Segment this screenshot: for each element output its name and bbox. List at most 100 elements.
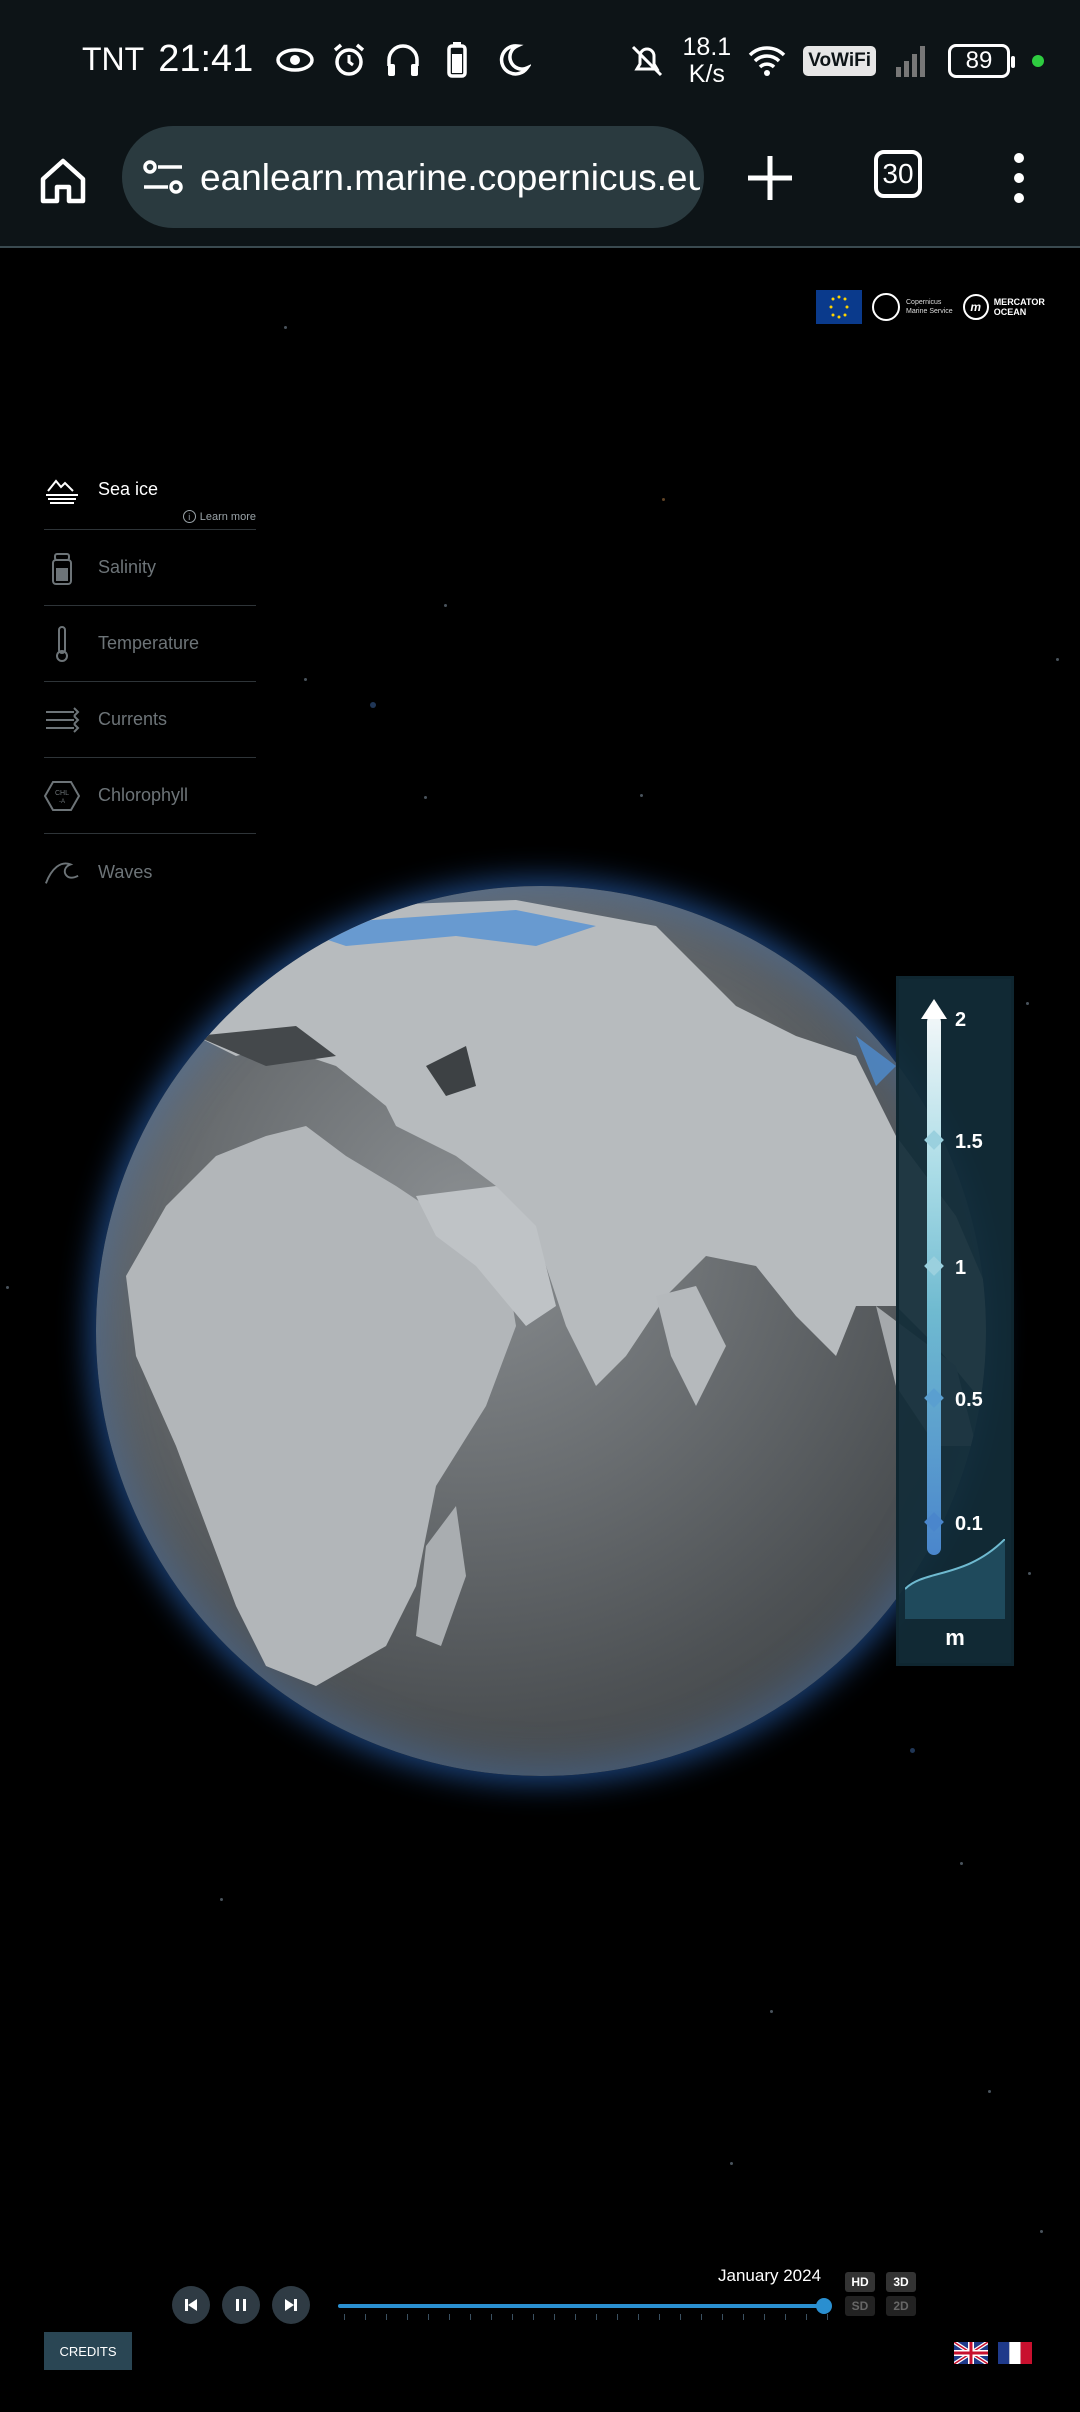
mo-line1: MERCATOR	[993, 297, 1045, 307]
alarm-icon	[334, 43, 365, 76]
home-icon	[40, 158, 86, 204]
time-slider-tick	[491, 2314, 492, 2320]
time-slider-tick	[428, 2314, 429, 2320]
mercator-emblem-icon: m	[962, 294, 989, 320]
time-slider-tick	[344, 2314, 345, 2320]
tab-count: 30	[882, 158, 914, 189]
carrier-label: TNT	[82, 41, 145, 77]
partner-logos: Copernicus Marine Service m MERCATOR OCEAN	[816, 290, 1045, 324]
cms-line1: Copernicus	[906, 299, 942, 306]
pause-button[interactable]	[222, 2286, 260, 2324]
time-slider-tick	[386, 2314, 387, 2320]
privacy-indicator	[1032, 55, 1044, 67]
menu-item-label: Chlorophyll	[98, 785, 189, 805]
copernicus-marine-logo: Copernicus Marine Service	[872, 293, 953, 321]
next-button[interactable]	[272, 2286, 310, 2324]
web-page: Copernicus Marine Service m MERCATOR OCEAN…	[0, 250, 1080, 2412]
legend-label-min: 0.1	[955, 1513, 983, 1535]
continents-map	[126, 900, 986, 1686]
eu-flag-logo	[816, 290, 862, 324]
hd-toggle[interactable]: HD	[845, 2272, 875, 2292]
currents-icon	[44, 702, 80, 738]
time-slider-tick	[743, 2314, 744, 2320]
mo-line2: OCEAN	[993, 307, 1027, 317]
time-slider-track[interactable]	[338, 2304, 824, 2308]
legend-label: 1	[955, 1257, 967, 1279]
time-slider-tick	[533, 2314, 534, 2320]
time-slider-tick	[827, 2314, 828, 2320]
new-tab-button[interactable]	[740, 148, 800, 208]
salinity-icon	[44, 550, 80, 586]
french-language-flag-icon[interactable]	[998, 2342, 1032, 2364]
browser-toolbar: eanlearn.marine.copernicus.eu 30	[0, 118, 1080, 248]
time-slider-tick	[638, 2314, 639, 2320]
wifi-icon	[748, 46, 786, 76]
speed-unit: K/s	[688, 60, 725, 88]
eye-icon	[276, 47, 315, 72]
menu-item-sea-ice[interactable]: Sea ice i Learn more	[44, 450, 256, 530]
moon-icon	[500, 43, 532, 76]
svg-text:CHL: CHL	[55, 790, 69, 797]
skip-back-icon	[185, 2299, 197, 2311]
legend-gradient-bar	[927, 1015, 941, 1555]
menu-item-label: Currents	[98, 709, 168, 729]
cms-line2: Marine Service	[906, 308, 953, 315]
site-settings-icon[interactable]	[142, 157, 184, 197]
time-slider-tick	[617, 2314, 618, 2320]
time-slider-tick	[575, 2314, 576, 2320]
status-bar: TNT 21:41 18.1 K/s VoWiFi 89	[0, 0, 1080, 118]
legend-label-max: 2	[955, 1009, 967, 1031]
copernicus-emblem-icon	[872, 293, 900, 321]
time-slider-tick	[785, 2314, 786, 2320]
variable-menu: Sea ice i Learn more Salinity Temperature…	[44, 450, 256, 910]
menu-item-chlorophyll[interactable]: CHL -A Chlorophyll	[44, 758, 256, 834]
time-slider-tick	[470, 2314, 471, 2320]
time-slider-tick	[596, 2314, 597, 2320]
legend-wave-decoration	[905, 1539, 1005, 1619]
mute-icon	[631, 45, 662, 77]
timeline-controls: January 2024 HD SD 3D 2D	[0, 2258, 1080, 2412]
2d-toggle[interactable]: 2D	[886, 2296, 916, 2316]
menu-item-currents[interactable]: Currents	[44, 682, 256, 758]
speed-value: 18.1	[682, 33, 732, 61]
3d-toggle[interactable]: 3D	[886, 2272, 916, 2292]
menu-item-temperature[interactable]: Temperature	[44, 606, 256, 682]
credits-button[interactable]: CREDITS	[44, 2332, 132, 2370]
network-speed: 18.1 K/s	[683, 34, 732, 88]
globe-3d-view[interactable]	[96, 886, 986, 1776]
earth-globe[interactable]	[96, 886, 986, 1776]
svg-text:-A: -A	[59, 799, 65, 805]
sea-ice-thickness-legend: 2 1.5 1 0.5 0.1 m	[896, 976, 1014, 1666]
time-slider-tick	[365, 2314, 366, 2320]
waves-icon	[44, 854, 80, 890]
menu-item-label: Temperature	[98, 633, 200, 653]
battery-level: 89	[965, 47, 993, 74]
menu-item-salinity[interactable]: Salinity	[44, 530, 256, 606]
legend-arrow-up-icon	[921, 999, 947, 1019]
info-icon: i	[182, 510, 196, 523]
time-slider-tick	[407, 2314, 408, 2320]
legend-unit: m	[945, 1625, 965, 1650]
tab-switcher-button[interactable]: 30	[874, 150, 922, 198]
sd-toggle[interactable]: SD	[845, 2296, 875, 2316]
time-slider-handle[interactable]	[816, 2298, 832, 2314]
signal-icon	[896, 46, 925, 77]
previous-button[interactable]	[172, 2286, 210, 2324]
address-bar[interactable]: eanlearn.marine.copernicus.eu	[122, 126, 704, 228]
learn-more-label: Learn more	[199, 510, 256, 523]
more-menu-icon[interactable]	[1004, 148, 1034, 208]
time-slider-tick	[659, 2314, 660, 2320]
english-language-flag-icon[interactable]	[954, 2342, 988, 2364]
home-button[interactable]	[30, 148, 96, 214]
pause-icon	[236, 2299, 246, 2311]
vowifi-badge: VoWiFi	[803, 46, 876, 76]
thermometer-icon	[44, 625, 80, 662]
learn-more-link[interactable]: i Learn more	[182, 510, 256, 523]
mercator-ocean-logo: m MERCATOR OCEAN	[962, 294, 1045, 320]
time-slider-tick	[512, 2314, 513, 2320]
sea-ice-icon	[44, 472, 80, 508]
time-slider-tick	[680, 2314, 681, 2320]
time-slider-tick	[701, 2314, 702, 2320]
url-text[interactable]: eanlearn.marine.copernicus.eu	[200, 157, 700, 199]
menu-item-label: Salinity	[98, 557, 157, 577]
